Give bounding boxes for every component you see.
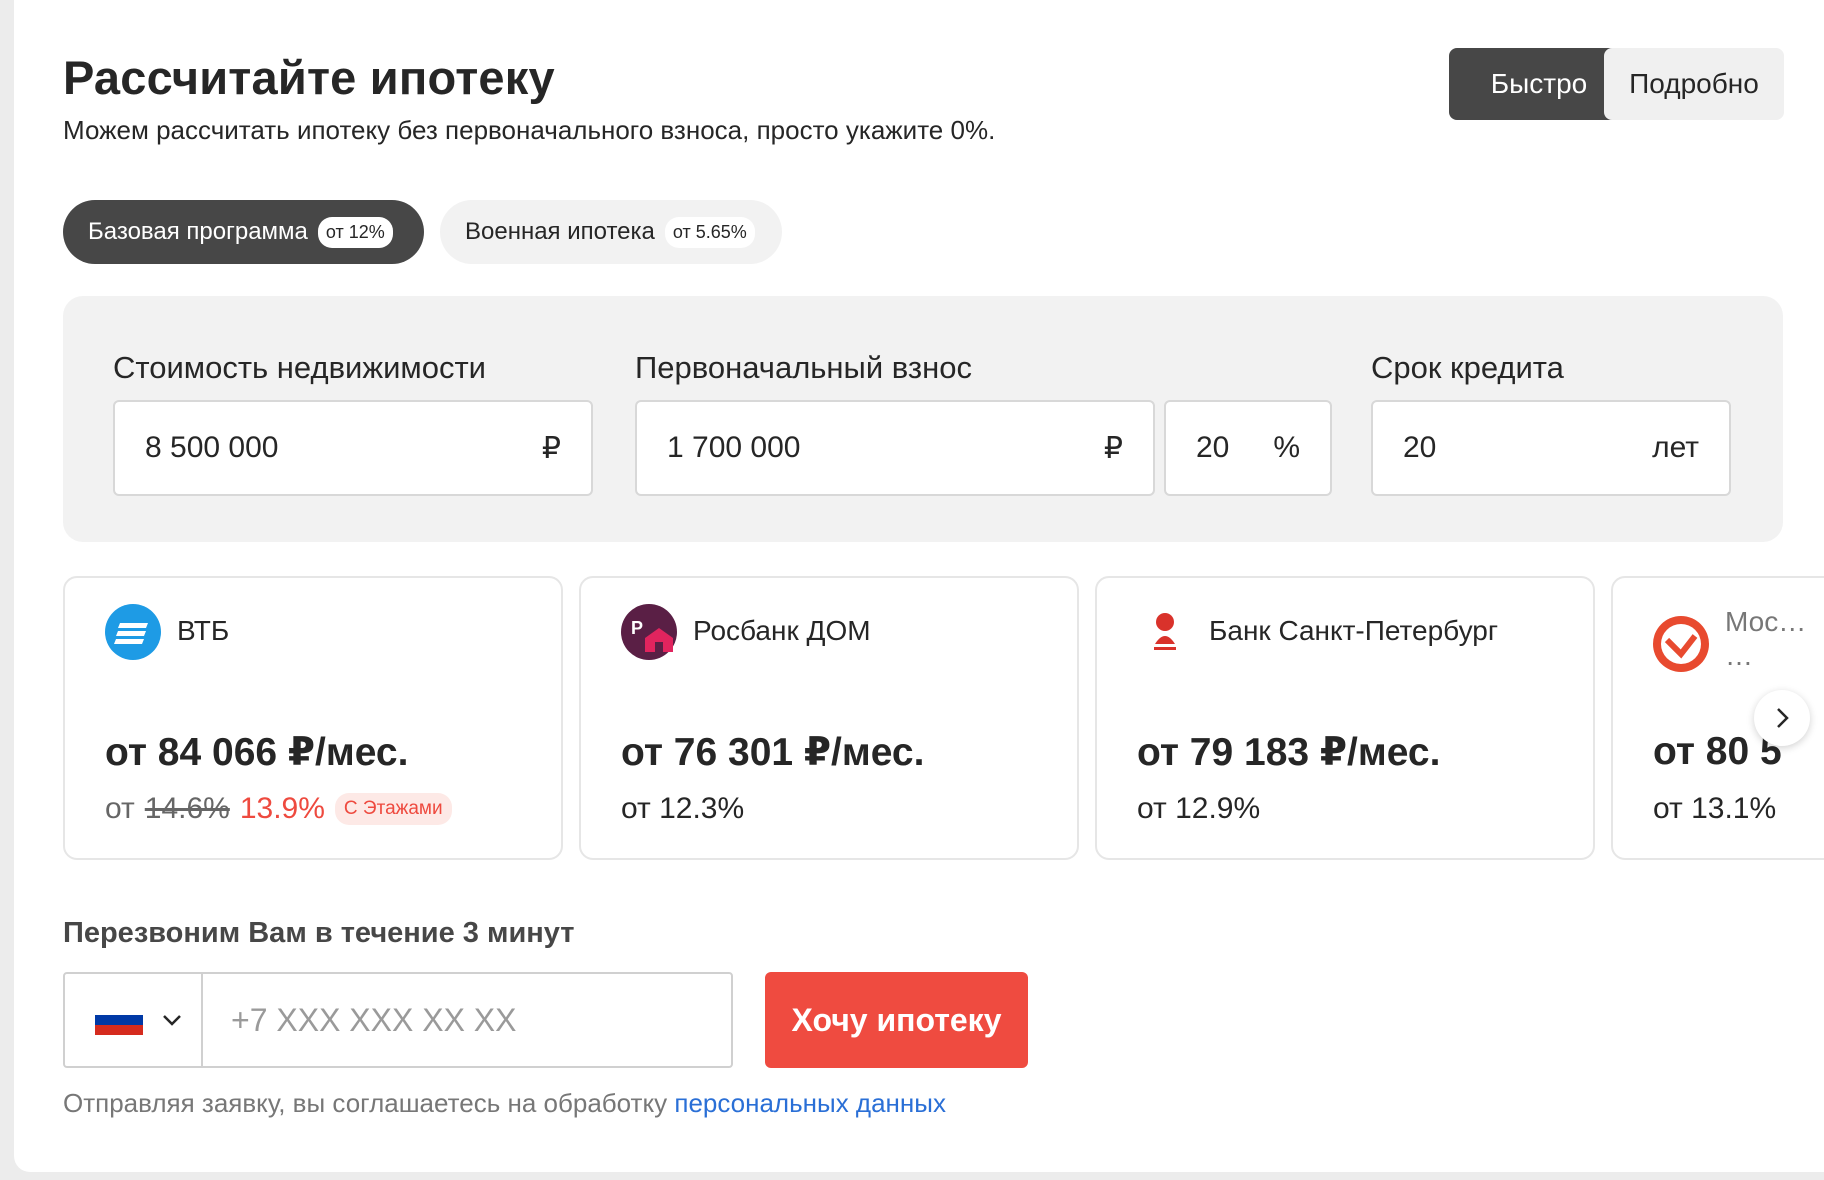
bank-offer-rosbank-dom[interactable]: Р Росбанк ДОМ от 76 301 ₽/мес. от 12.3% — [579, 576, 1079, 860]
svg-text:Р: Р — [631, 618, 643, 638]
bank-name: Мос… — [1725, 606, 1807, 637]
discounted-rate: 13.9% — [239, 792, 325, 825]
chevron-down-icon — [163, 1015, 181, 1026]
bspb-logo-icon — [1154, 613, 1176, 650]
bank-name: Росбанк ДОМ — [693, 615, 871, 646]
down-payment-percent-field[interactable]: % — [1164, 400, 1332, 496]
monthly-payment: от 84 066 ₽/мес. — [105, 731, 409, 774]
rate-prefix: от — [105, 792, 135, 825]
down-payment-field[interactable]: ₽ — [635, 400, 1155, 496]
phone-input-wrapper — [203, 974, 731, 1066]
program-rate-badge: от 12% — [317, 216, 393, 248]
bank-name-line2: … — [1725, 640, 1753, 671]
term-field[interactable]: лет — [1371, 400, 1731, 496]
mode-quick-button[interactable]: Быстро — [1449, 48, 1629, 120]
bank-offer-vtb[interactable]: ВТБ от 84 066 ₽/мес. от 14.6% 13.9% С Эт… — [63, 576, 563, 860]
phone-input[interactable] — [231, 1001, 731, 1039]
vtb-logo-icon — [105, 604, 161, 660]
russia-flag-icon — [95, 1005, 143, 1035]
rosbank-dom-logo-icon: Р — [621, 604, 677, 660]
term-input[interactable] — [1403, 431, 1643, 465]
price-label: Стоимость недвижимости — [113, 350, 486, 385]
rate-line: от 14.6% 13.9% С Этажами — [105, 792, 452, 826]
consent-text: Отправляя заявку, вы соглашаетесь на обр… — [63, 1088, 946, 1119]
rate-line: от 13.1% — [1653, 792, 1776, 826]
years-unit: лет — [1652, 431, 1699, 464]
down-payment-percent-input[interactable] — [1196, 431, 1264, 465]
bank-name: ВТБ — [177, 615, 230, 646]
program-label: Военная ипотека — [465, 218, 655, 245]
down-payment-input[interactable] — [667, 431, 1094, 465]
ruble-sign: ₽ — [541, 431, 561, 465]
phone-field-group — [63, 972, 733, 1068]
term-label: Срок кредита — [1371, 350, 1564, 385]
page-subtitle: Можем рассчитать ипотеку без первоначаль… — [63, 115, 996, 145]
rate: от 12.9% — [1137, 792, 1261, 825]
bank-offer-bspb[interactable]: Банк Санкт-Петербург от 79 183 ₽/мес. от… — [1095, 576, 1595, 860]
ruble-sign: ₽ — [1103, 431, 1123, 465]
rate-line: от 12.3% — [621, 792, 744, 826]
next-offers-button[interactable] — [1754, 690, 1810, 746]
consent-label: Отправляя заявку, вы соглашаетесь на обр… — [63, 1088, 675, 1118]
old-rate: 14.6% — [144, 792, 230, 825]
mortgage-calculator-card: Рассчитайте ипотеку Можем рассчитать ипо… — [14, 0, 1824, 1172]
country-selector[interactable] — [65, 974, 203, 1066]
rate-line: от 12.9% — [1137, 792, 1260, 826]
program-tab-base[interactable]: Базовая программа от 12% — [63, 200, 424, 264]
price-input[interactable] — [145, 431, 532, 465]
program-tab-military[interactable]: Военная ипотека от 5.65% — [440, 200, 782, 264]
chevron-right-icon — [1777, 708, 1789, 728]
submit-mortgage-button[interactable]: Хочу ипотеку — [765, 972, 1028, 1068]
page-title: Рассчитайте ипотеку — [63, 51, 555, 104]
callback-title: Перезвоним Вам в течение 3 минут — [63, 917, 575, 949]
promo-badge: С Этажами — [334, 793, 452, 825]
bank-name: Банк Санкт-Петербург — [1209, 615, 1499, 646]
percent-sign: % — [1273, 431, 1300, 464]
mkb-logo-icon — [1653, 616, 1709, 672]
program-label: Базовая программа — [88, 218, 308, 245]
rate: от 12.3% — [621, 792, 745, 825]
down-payment-label: Первоначальный взнос — [635, 350, 972, 385]
monthly-payment: от 79 183 ₽/мес. — [1137, 731, 1441, 774]
program-rate-badge: от 5.65% — [664, 216, 755, 248]
personal-data-link[interactable]: персональных данных — [674, 1088, 946, 1118]
rate: от 13.1% — [1653, 792, 1777, 825]
monthly-payment: от 76 301 ₽/мес. — [621, 731, 925, 774]
price-field[interactable]: ₽ — [113, 400, 593, 496]
mode-detailed-button[interactable]: Подробно — [1604, 48, 1784, 120]
